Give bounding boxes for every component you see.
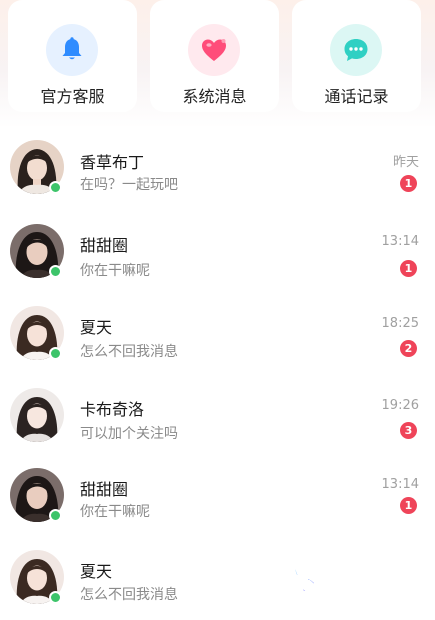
last-message: 怎么不回我消息 (80, 587, 178, 603)
online-status-dot (49, 265, 62, 278)
chat-bubble-icon (330, 24, 382, 76)
online-status-dot (49, 181, 62, 194)
bell-icon (46, 24, 98, 76)
conversation-row[interactable]: 甜甜圈 你在干嘛呢 13:14 1 (0, 210, 435, 292)
customer-service-card[interactable]: 官方客服 (8, 0, 137, 112)
unread-badge: 3 (400, 422, 417, 439)
contact-name: 夏天 (80, 562, 113, 581)
online-status-dot (49, 347, 62, 360)
unread-badge: 1 (400, 175, 417, 192)
svg-text:兆升旺: 兆升旺 (286, 563, 378, 597)
last-message: 可以加个关注吗 (80, 426, 178, 442)
message-time: 18:25 (381, 316, 419, 331)
system-message-label: 系统消息 (182, 87, 247, 106)
shortcut-header: 官方客服 系统消息 通话记录 (0, 0, 435, 128)
system-message-card[interactable]: 系统消息 (150, 0, 279, 112)
contact-name: 夏天 (80, 318, 113, 337)
conversation-row[interactable]: 夏天 怎么不回我消息 18:25 2 (0, 292, 435, 374)
unread-badge: 1 (400, 497, 417, 514)
contact-name: 甜甜圈 (80, 236, 129, 255)
conversation-row[interactable]: 甜甜圈 你在干嘛呢 13:14 1 (0, 456, 435, 538)
message-time: 13:14 (381, 234, 419, 249)
message-time: 19:26 (381, 398, 419, 413)
last-message: 在吗？一起玩吧 (80, 177, 178, 193)
avatar[interactable] (10, 388, 64, 442)
message-time: 昨天 (392, 155, 419, 170)
online-status-dot (49, 591, 62, 604)
unread-badge: 1 (400, 260, 417, 277)
conversation-row[interactable]: 香草布丁 在吗？一起玩吧 昨天 1 (0, 128, 435, 210)
watermark-logo: 兆升旺 (284, 556, 394, 600)
call-records-label: 通话记录 (324, 87, 389, 106)
last-message: 你在干嘛呢 (80, 504, 150, 520)
contact-name: 甜甜圈 (80, 480, 129, 499)
online-status-dot (49, 509, 62, 522)
last-message: 你在干嘛呢 (80, 263, 150, 279)
conversation-row[interactable]: 卡布奇洛 可以加个关注吗 19:26 3 (0, 374, 435, 456)
contact-name: 卡布奇洛 (80, 400, 145, 419)
heart-icon (188, 24, 240, 76)
call-records-card[interactable]: 通话记录 (292, 0, 421, 112)
customer-service-label: 官方客服 (40, 87, 105, 106)
last-message: 怎么不回我消息 (80, 344, 178, 360)
contact-name: 香草布丁 (80, 153, 145, 172)
unread-badge: 2 (400, 340, 417, 357)
message-time: 13:14 (381, 477, 419, 492)
